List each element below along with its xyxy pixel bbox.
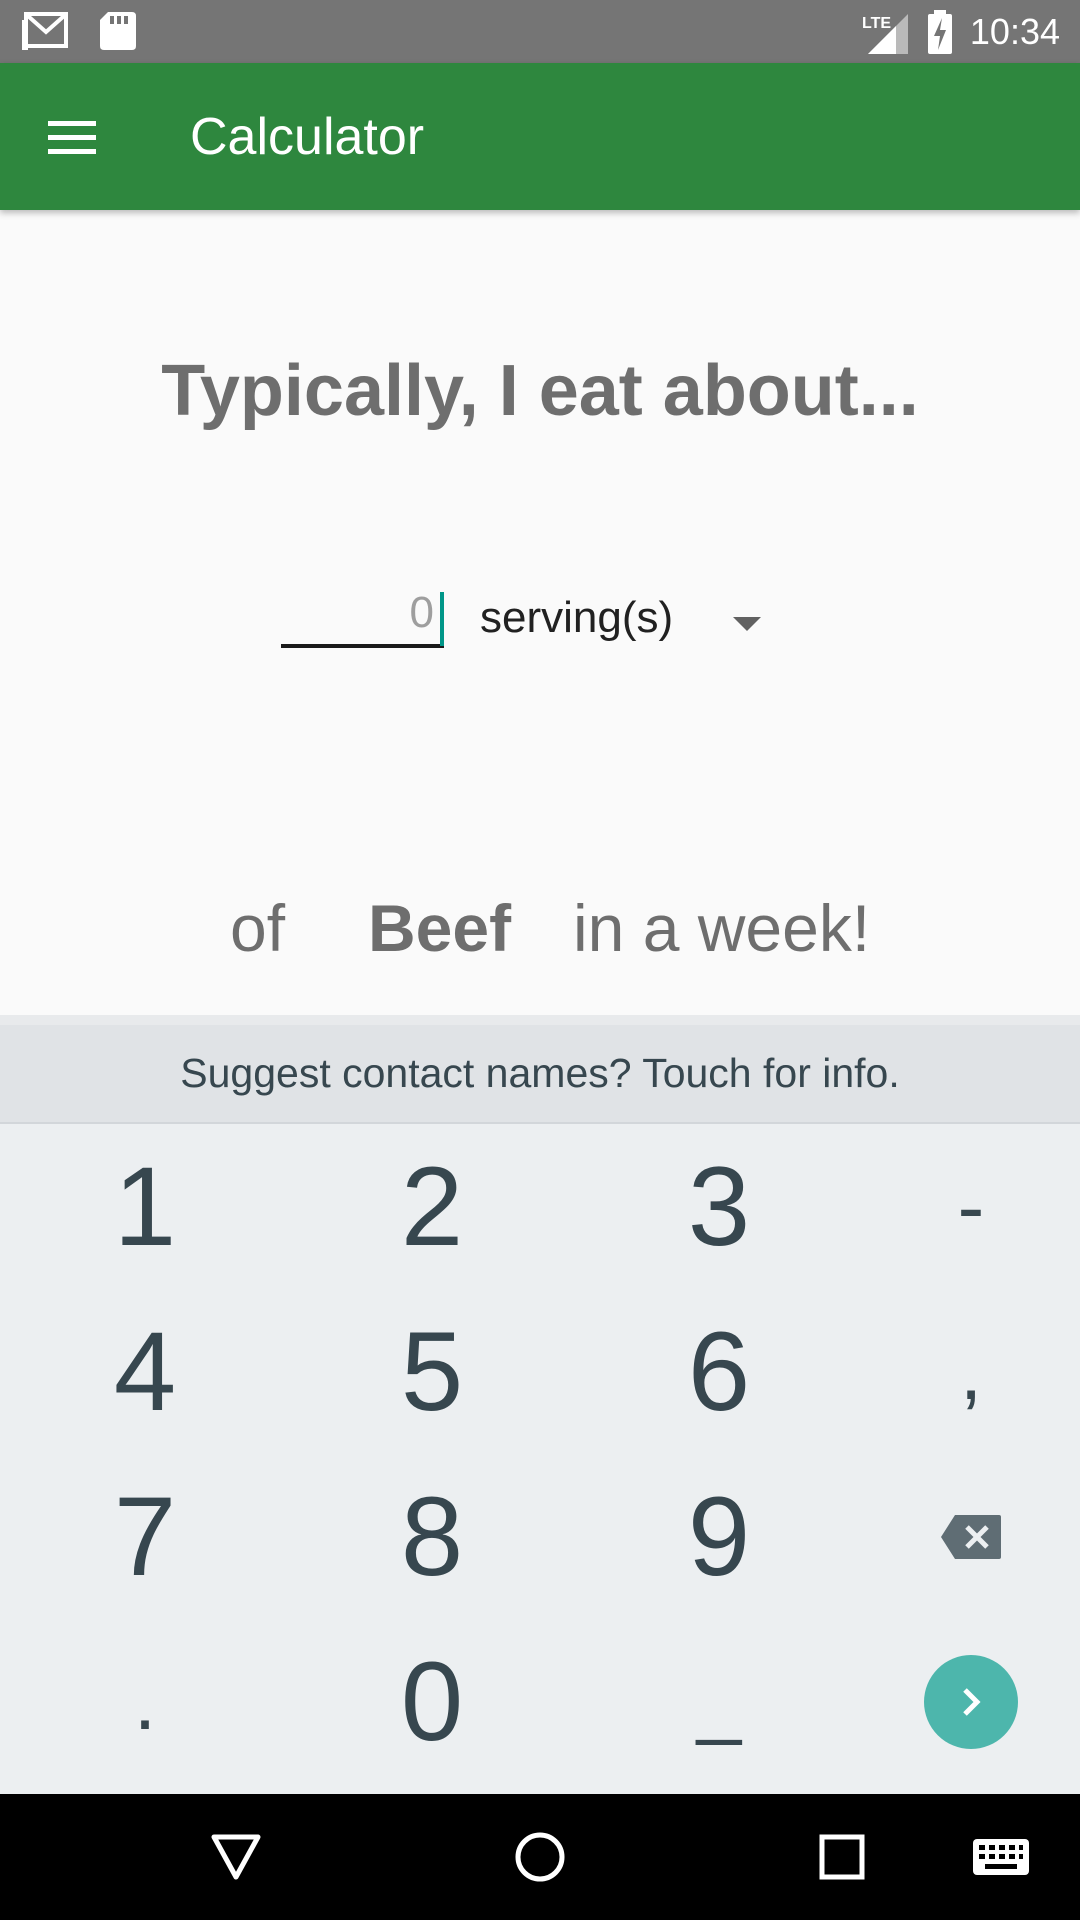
key-1[interactable]: 1 (10, 1124, 280, 1289)
back-icon[interactable] (200, 1821, 272, 1893)
unit-dropdown[interactable]: serving(s) (480, 593, 780, 653)
recents-icon[interactable] (806, 1821, 878, 1893)
key-minus[interactable]: - (836, 1124, 1080, 1289)
key-9[interactable]: 9 (584, 1454, 854, 1619)
chevron-right-icon (963, 1687, 981, 1716)
food-name: Beef (368, 891, 512, 965)
keyboard-suggestion-bar[interactable]: Suggest contact names? Touch for info. (0, 1025, 1080, 1124)
page-title: Calculator (190, 108, 425, 166)
key-7[interactable]: 7 (10, 1454, 280, 1619)
key-3[interactable]: 3 (584, 1124, 854, 1289)
navigation-bar (0, 1794, 1080, 1920)
home-icon[interactable] (504, 1821, 576, 1893)
clock: 10:34 (969, 10, 1060, 52)
key-comma[interactable]: , (836, 1289, 1080, 1454)
key-2[interactable]: 2 (297, 1124, 567, 1289)
sentence-prefix: of (230, 891, 286, 965)
sentence-suffix: in a week! (573, 891, 871, 965)
amount-placeholder: 0 (409, 588, 434, 637)
numeric-keyboard: 1 2 3 - 4 5 6 , 7 8 9 . 0 _ (0, 1124, 1080, 1794)
gmail-icon (22, 12, 68, 50)
app-bar: Calculator (0, 63, 1080, 210)
text-cursor (440, 592, 444, 646)
enter-button[interactable] (924, 1654, 1018, 1749)
amount-input[interactable]: 0 (281, 588, 444, 648)
lte-signal-icon: LTE (862, 13, 908, 54)
key-period[interactable]: . (10, 1619, 280, 1784)
key-6[interactable]: 6 (584, 1289, 854, 1454)
key-underscore[interactable]: _ (584, 1619, 854, 1784)
key-8[interactable]: 8 (297, 1454, 567, 1619)
sd-card-icon (100, 12, 136, 50)
dropdown-arrow-icon (733, 617, 761, 631)
key-0[interactable]: 0 (297, 1619, 567, 1784)
key-4[interactable]: 4 (10, 1289, 280, 1454)
enter-key[interactable] (836, 1619, 1080, 1784)
key-5[interactable]: 5 (297, 1289, 567, 1454)
menu-icon[interactable] (40, 107, 104, 167)
unit-value: serving(s) (480, 593, 674, 642)
keyboard-icon[interactable] (965, 1821, 1037, 1893)
backspace-key[interactable] (836, 1454, 1080, 1619)
headline: Typically, I eat about... (161, 351, 919, 431)
status-bar: LTE 10:34 (0, 0, 1080, 63)
battery-charging-icon (927, 9, 952, 54)
svg-text:LTE: LTE (862, 15, 891, 32)
main-content: Typically, I eat about... 0 serving(s) o… (0, 210, 1080, 1015)
backspace-icon (941, 1514, 1001, 1559)
divider (0, 1015, 1080, 1025)
